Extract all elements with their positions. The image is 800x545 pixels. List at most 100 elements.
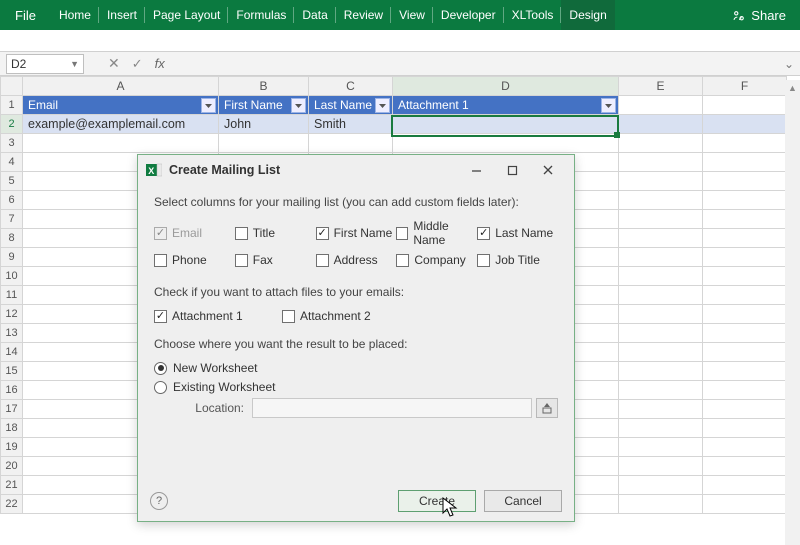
tab-formulas[interactable]: Formulas — [228, 0, 294, 30]
close-button[interactable] — [530, 158, 566, 182]
row-header[interactable]: 11 — [1, 286, 23, 305]
checkbox-address[interactable]: Address — [316, 253, 397, 267]
cell[interactable] — [393, 115, 619, 134]
cancel-formula-icon[interactable]: ✕ — [108, 55, 120, 72]
vertical-scrollbar[interactable]: ▲ — [785, 80, 800, 545]
cell[interactable] — [703, 134, 787, 153]
cell[interactable] — [393, 134, 619, 153]
tab-design[interactable]: Design — [561, 0, 614, 30]
cell[interactable] — [619, 324, 703, 343]
cell[interactable] — [619, 267, 703, 286]
row-header[interactable]: 21 — [1, 476, 23, 495]
checkbox-company[interactable]: Company — [396, 253, 477, 267]
fx-icon[interactable]: fx — [155, 56, 165, 71]
cell[interactable] — [619, 419, 703, 438]
file-tab[interactable]: File — [0, 0, 51, 30]
row-header[interactable]: 7 — [1, 210, 23, 229]
row-header[interactable]: 22 — [1, 495, 23, 514]
select-all-corner[interactable] — [1, 77, 23, 96]
cell[interactable] — [703, 362, 787, 381]
table-data-cell[interactable] — [393, 115, 618, 133]
cell[interactable] — [619, 153, 703, 172]
cell[interactable]: Email — [23, 96, 219, 115]
cell[interactable] — [703, 153, 787, 172]
range-picker-button[interactable] — [536, 398, 558, 418]
dialog-titlebar[interactable]: X Create Mailing List — [138, 155, 574, 185]
row-header[interactable]: 14 — [1, 343, 23, 362]
cell[interactable] — [703, 324, 787, 343]
radio-existing-worksheet[interactable]: Existing Worksheet — [154, 380, 558, 394]
cell[interactable] — [703, 96, 787, 115]
table-data-cell[interactable]: Smith — [309, 115, 392, 133]
cell[interactable] — [619, 96, 703, 115]
row-header[interactable]: 6 — [1, 191, 23, 210]
cell[interactable] — [619, 210, 703, 229]
cell[interactable] — [619, 305, 703, 324]
table-data-cell[interactable]: John — [219, 115, 308, 133]
col-header-e[interactable]: E — [619, 77, 703, 96]
checkbox-attachment-2[interactable]: Attachment 2 — [282, 309, 410, 323]
row-header[interactable]: 12 — [1, 305, 23, 324]
cell[interactable] — [703, 115, 787, 134]
name-box[interactable]: D2 ▼ — [6, 54, 84, 74]
radio-new-worksheet[interactable]: New Worksheet — [154, 361, 558, 375]
cell[interactable] — [619, 286, 703, 305]
cancel-button[interactable]: Cancel — [484, 490, 562, 512]
cell[interactable] — [703, 191, 787, 210]
table-header-cell[interactable]: Attachment 1 — [393, 96, 618, 114]
cell[interactable] — [219, 134, 309, 153]
tab-data[interactable]: Data — [294, 0, 335, 30]
row-header[interactable]: 8 — [1, 229, 23, 248]
table-header-cell[interactable]: First Name — [219, 96, 308, 114]
cell[interactable]: example@examplemail.com — [23, 115, 219, 134]
col-header-a[interactable]: A — [23, 77, 219, 96]
cell[interactable] — [703, 267, 787, 286]
cell[interactable] — [703, 305, 787, 324]
cell[interactable] — [703, 400, 787, 419]
filter-dropdown-icon[interactable] — [291, 98, 306, 113]
row-header[interactable]: 16 — [1, 381, 23, 400]
cell[interactable] — [703, 438, 787, 457]
cell[interactable] — [619, 438, 703, 457]
filter-dropdown-icon[interactable] — [201, 98, 216, 113]
col-header-f[interactable]: F — [703, 77, 787, 96]
cell[interactable] — [619, 343, 703, 362]
formula-input[interactable] — [175, 54, 772, 74]
cell[interactable] — [703, 343, 787, 362]
cell[interactable] — [619, 362, 703, 381]
row-header[interactable]: 19 — [1, 438, 23, 457]
tab-xltools[interactable]: XLTools — [504, 0, 562, 30]
col-header-b[interactable]: B — [219, 77, 309, 96]
row-header[interactable]: 4 — [1, 153, 23, 172]
cell[interactable] — [703, 476, 787, 495]
col-header-c[interactable]: C — [309, 77, 393, 96]
tab-developer[interactable]: Developer — [433, 0, 504, 30]
row-header[interactable]: 2 — [1, 115, 23, 134]
checkbox-middle-name[interactable]: Middle Name — [396, 219, 477, 247]
cell[interactable] — [619, 115, 703, 134]
table-data-cell[interactable]: example@examplemail.com — [23, 115, 218, 133]
cell[interactable] — [619, 134, 703, 153]
maximize-button[interactable] — [494, 158, 530, 182]
cell[interactable] — [619, 457, 703, 476]
expand-formula-bar-icon[interactable]: ⌄ — [778, 57, 800, 71]
tab-insert[interactable]: Insert — [99, 0, 145, 30]
cell[interactable] — [619, 248, 703, 267]
row-header[interactable]: 17 — [1, 400, 23, 419]
row-header[interactable]: 1 — [1, 96, 23, 115]
checkbox-job-title[interactable]: Job Title — [477, 253, 558, 267]
cell[interactable] — [703, 495, 787, 514]
row-header[interactable]: 20 — [1, 457, 23, 476]
row-header[interactable]: 10 — [1, 267, 23, 286]
cell[interactable] — [703, 248, 787, 267]
minimize-button[interactable] — [458, 158, 494, 182]
col-header-d[interactable]: D — [393, 77, 619, 96]
help-button[interactable]: ? — [150, 492, 168, 510]
cell[interactable]: First Name — [219, 96, 309, 115]
cell[interactable] — [23, 134, 219, 153]
table-header-cell[interactable]: Email — [23, 96, 218, 114]
filter-dropdown-icon[interactable] — [375, 98, 390, 113]
cell[interactable] — [703, 457, 787, 476]
row-header[interactable]: 18 — [1, 419, 23, 438]
cell[interactable] — [703, 172, 787, 191]
